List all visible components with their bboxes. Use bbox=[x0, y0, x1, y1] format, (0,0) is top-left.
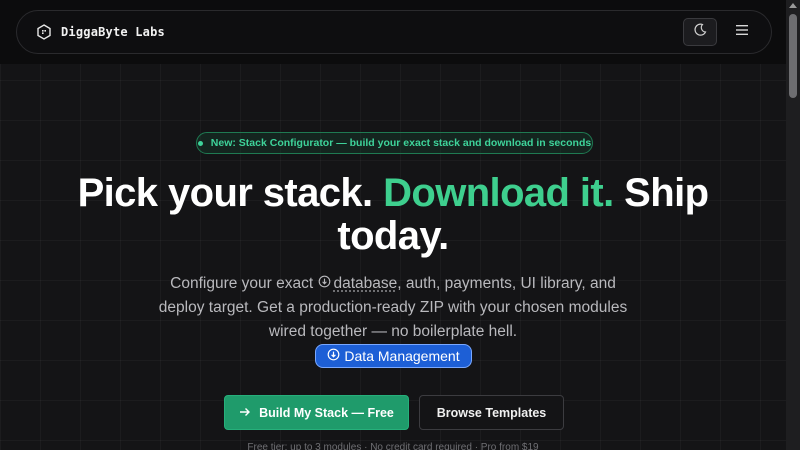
headline-accent: Download it. bbox=[383, 171, 614, 215]
build-my-stack-button[interactable]: Build My Stack — Free bbox=[224, 395, 409, 430]
menu-button[interactable] bbox=[729, 19, 755, 45]
announcement-text: New: Stack Configurator — build your exa… bbox=[210, 137, 592, 149]
theme-toggle-button[interactable] bbox=[683, 18, 717, 46]
circle-arrow-icon bbox=[327, 348, 340, 364]
brand-logo-icon bbox=[35, 23, 53, 41]
moon-icon bbox=[693, 23, 707, 42]
hero-headline: Pick your stack. Download it. Ship today… bbox=[60, 172, 726, 258]
pricing-footnote: Free tier: up to 3 modules · No credit c… bbox=[247, 442, 539, 450]
build-my-stack-label: Build My Stack — Free bbox=[259, 405, 394, 420]
scroll-up-arrow-icon[interactable] bbox=[789, 3, 797, 8]
brand[interactable]: DiggaByte Labs bbox=[35, 23, 165, 41]
database-word: database bbox=[333, 275, 398, 292]
arrow-right-icon bbox=[239, 406, 251, 420]
announcement-badge[interactable]: New: Stack Configurator — build your exa… bbox=[196, 132, 593, 154]
headline-part-1: Pick your stack. bbox=[77, 171, 374, 215]
hero-subtext: Configure your exact database, auth, pay… bbox=[150, 272, 636, 344]
nav-actions bbox=[683, 18, 755, 46]
browse-templates-button[interactable]: Browse Templates bbox=[419, 395, 564, 430]
data-management-label: Data Management bbox=[344, 348, 460, 364]
hamburger-menu-icon bbox=[735, 23, 749, 41]
scrollbar-thumb[interactable] bbox=[789, 14, 797, 98]
subtext-prefix: Configure your exact bbox=[170, 275, 314, 292]
data-management-chip[interactable]: Data Management bbox=[315, 344, 472, 368]
database-term[interactable]: database bbox=[318, 272, 398, 296]
scrollbar[interactable] bbox=[786, 0, 800, 450]
brand-name: DiggaByte Labs bbox=[61, 25, 165, 39]
info-circle-icon bbox=[318, 272, 331, 296]
navbar: DiggaByte Labs bbox=[16, 10, 772, 54]
status-dot-icon bbox=[197, 140, 203, 146]
browse-templates-label: Browse Templates bbox=[436, 405, 547, 420]
